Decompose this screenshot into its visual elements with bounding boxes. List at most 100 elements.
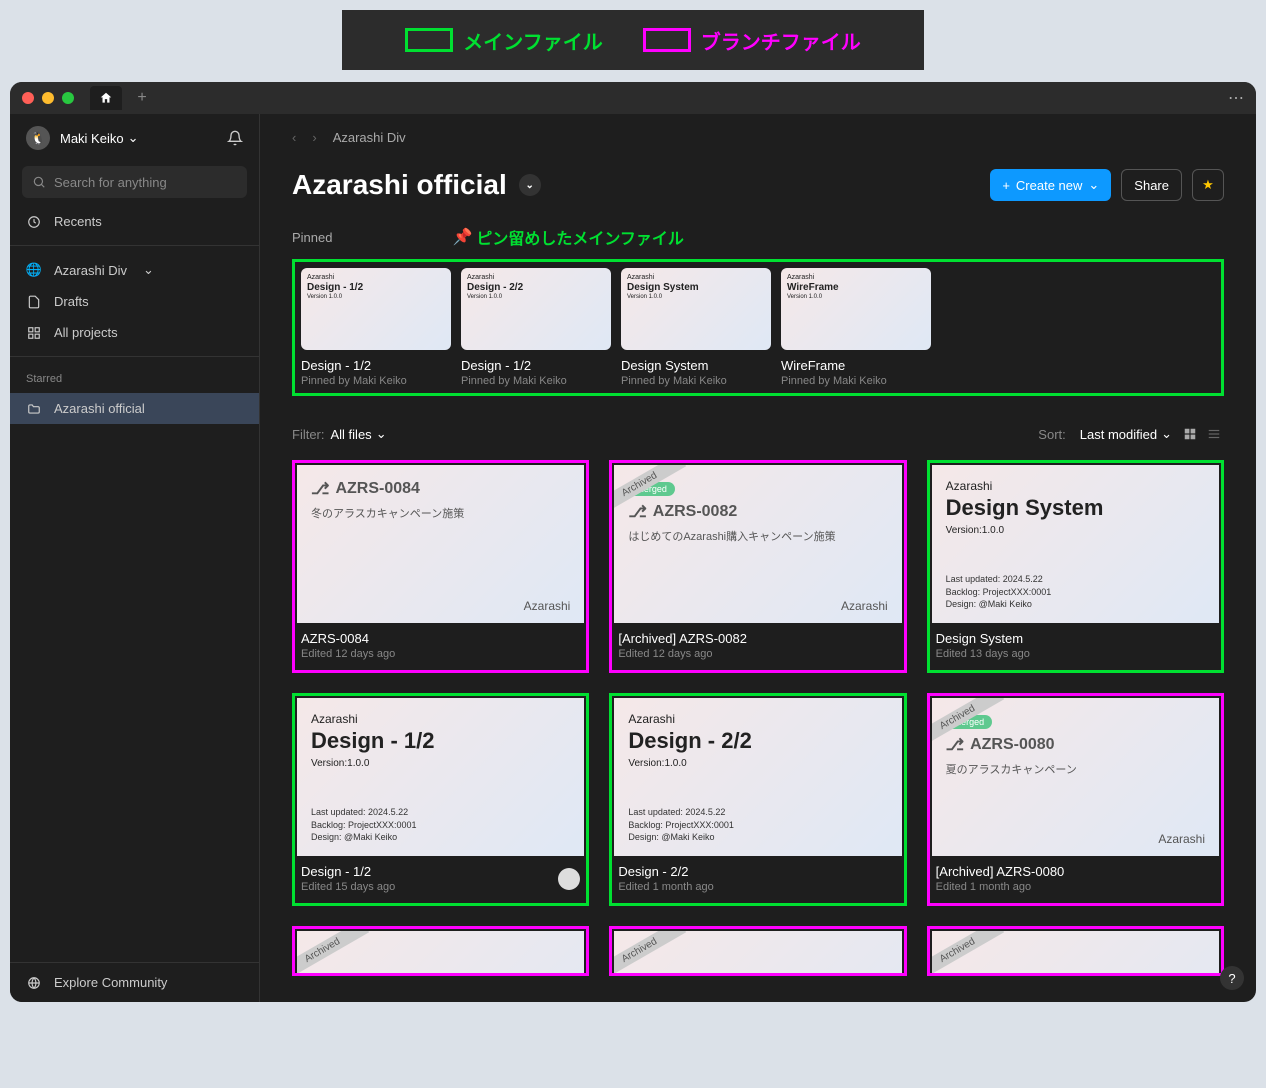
titlebar: + ⋯: [10, 82, 1256, 114]
minimize-window[interactable]: [42, 92, 54, 104]
pinned-thumbnail: Azarashi Design - 2/2 Version 1.0.0: [461, 268, 611, 350]
app-window: + ⋯ 🐧 Maki Keiko ⌄ Search for anything R…: [10, 82, 1256, 1002]
nav-back[interactable]: ‹: [292, 130, 296, 145]
file-card[interactable]: Archivedmerged⎇ AZRS-0080夏のアラスカキャンペーンAza…: [927, 693, 1224, 906]
azrs-id: ⎇ AZRS-0082: [628, 502, 887, 522]
pinned-card-title: Design - 1/2: [461, 358, 611, 373]
grid-view-button[interactable]: [1180, 424, 1200, 444]
pinned-card[interactable]: Azarashi Design System Version 1.0.0 Des…: [621, 268, 771, 387]
pinned-label: Pinned: [292, 230, 332, 245]
globe-icon: [26, 976, 42, 990]
pinned-card-subtitle: Pinned by Maki Keiko: [301, 375, 451, 387]
file-card[interactable]: Archivedmerged⎇ AZRS-0082はじめてのAzarashi購入…: [609, 460, 906, 673]
thumb-version: Version:1.0.0: [946, 525, 1205, 536]
thumb-subtitle: 冬のアラスカキャンペーン施策: [311, 505, 570, 521]
user-name: Maki Keiko ⌄: [60, 130, 217, 146]
file-card[interactable]: Archived: [609, 926, 906, 976]
thumb-brand: Azarashi: [841, 599, 888, 613]
search-input[interactable]: Search for anything: [22, 166, 247, 198]
azrs-id: ⎇ AZRS-0084: [311, 479, 570, 499]
archived-ribbon: Archived: [932, 931, 1004, 976]
pinned-annotation: 📌 ピン留めしたメインファイル: [452, 225, 683, 249]
file-thumbnail: Archived: [297, 931, 584, 976]
nav-recents[interactable]: Recents: [10, 206, 259, 237]
file-card[interactable]: Azarashi Design - 1/2 Version:1.0.0 Last…: [292, 693, 589, 906]
file-card[interactable]: ⎇ AZRS-0084冬のアラスカキャンペーン施策Azarashi AZRS-0…: [292, 460, 589, 673]
thumb-subtitle: はじめてのAzarashi購入キャンペーン施策: [628, 528, 887, 544]
file-card[interactable]: Archived: [927, 926, 1224, 976]
search-placeholder: Search for anything: [54, 175, 167, 190]
filter-label: Filter:: [292, 427, 325, 442]
pinned-card-subtitle: Pinned by Maki Keiko: [781, 375, 931, 387]
team-avatar-icon: 🌐: [26, 262, 42, 278]
plus-icon: +: [1002, 178, 1010, 193]
file-card[interactable]: Archived: [292, 926, 589, 976]
nav-forward[interactable]: ›: [312, 130, 316, 145]
legend-box-branch: [643, 28, 691, 52]
sort-label: Sort:: [1038, 427, 1065, 442]
branch-icon: ⎇: [628, 502, 646, 522]
file-edited: Edited 12 days ago: [618, 648, 897, 660]
legend-box-main: [405, 28, 453, 52]
thumb-meta: Last updated: 2024.5.22Backlog: ProjectX…: [311, 806, 417, 844]
project-menu[interactable]: ⌄: [519, 174, 541, 196]
pinned-card[interactable]: Azarashi WireFrame Version 1.0.0 WireFra…: [781, 268, 931, 387]
pinned-card-subtitle: Pinned by Maki Keiko: [461, 375, 611, 387]
file-title: AZRS-0084: [301, 631, 580, 646]
pinned-header: Pinned 📌 ピン留めしたメインファイル: [292, 225, 1224, 249]
share-button[interactable]: Share: [1121, 169, 1182, 201]
nav-recents-label: Recents: [54, 214, 102, 229]
chevron-down-icon: ⌄: [376, 426, 387, 442]
window-more[interactable]: ⋯: [1228, 88, 1244, 108]
explore-community[interactable]: Explore Community: [10, 962, 259, 1002]
starred-item-azarashi-official[interactable]: Azarashi official: [10, 393, 259, 424]
thumb-brand: Azarashi: [311, 712, 570, 726]
thumb-title: Design System: [946, 495, 1205, 521]
thumb-title: Design - 1/2: [311, 728, 570, 754]
create-new-label: Create new: [1016, 178, 1082, 193]
file-thumbnail: ⎇ AZRS-0084冬のアラスカキャンペーン施策Azarashi: [297, 465, 584, 623]
file-title: [Archived] AZRS-0082: [618, 631, 897, 646]
file-title: Design - 1/2: [301, 864, 558, 879]
file-thumbnail: Archived: [932, 931, 1219, 976]
maximize-window[interactable]: [62, 92, 74, 104]
create-new-button[interactable]: + Create new ⌄: [990, 169, 1111, 201]
pinned-card[interactable]: Azarashi Design - 2/2 Version 1.0.0 Desi…: [461, 268, 611, 387]
page-header: Azarashi official ⌄ + Create new ⌄ Share…: [292, 169, 1224, 201]
help-button[interactable]: ?: [1220, 966, 1244, 990]
sort-dropdown[interactable]: Last modified ⌄: [1080, 426, 1172, 442]
search-icon: [32, 175, 46, 189]
breadcrumb[interactable]: Azarashi Div: [333, 130, 406, 145]
branch-icon: ⎇: [311, 479, 329, 499]
pinned-thumbnail: Azarashi Design - 1/2 Version 1.0.0: [301, 268, 451, 350]
thumb-subtitle: 夏のアラスカキャンペーン: [946, 761, 1205, 777]
file-icon: [26, 295, 42, 309]
nav-drafts[interactable]: Drafts: [10, 286, 259, 317]
filter-dropdown[interactable]: All files ⌄: [331, 426, 387, 442]
list-view-button[interactable]: [1204, 424, 1224, 444]
user-header[interactable]: 🐧 Maki Keiko ⌄: [10, 114, 259, 162]
notifications-icon[interactable]: [227, 130, 243, 146]
chevron-down-icon: ⌄: [128, 130, 139, 146]
thumb-brand: Azarashi: [1158, 832, 1205, 846]
team-switcher[interactable]: 🌐 Azarashi Div ⌄: [10, 254, 259, 286]
chevron-down-icon: ⌄: [143, 262, 154, 278]
home-tab[interactable]: [90, 86, 122, 110]
file-thumbnail: Azarashi Design - 2/2 Version:1.0.0 Last…: [614, 698, 901, 856]
pinned-card[interactable]: Azarashi Design - 1/2 Version 1.0.0 Desi…: [301, 268, 451, 387]
nav-all-projects[interactable]: All projects: [10, 317, 259, 348]
file-title: Design System: [936, 631, 1215, 646]
files-grid: ⎇ AZRS-0084 冬のアラスカキャンペーン施策 Azarashi AZRS-0…: [292, 460, 1224, 976]
folder-icon: [26, 402, 42, 416]
traffic-lights: [22, 92, 74, 104]
new-tab[interactable]: +: [126, 86, 158, 110]
star-button[interactable]: ★: [1192, 169, 1224, 201]
nav-all-projects-label: All projects: [54, 325, 118, 340]
file-card[interactable]: Azarashi Design - 2/2 Version:1.0.0 Last…: [609, 693, 906, 906]
file-card[interactable]: Azarashi Design System Version:1.0.0 Las…: [927, 460, 1224, 673]
main-content: ‹ › Azarashi Div Azarashi official ⌄ + C…: [260, 114, 1256, 1002]
close-window[interactable]: [22, 92, 34, 104]
legend-banner: メインファイル ブランチファイル: [342, 10, 924, 70]
pinned-grid: Azarashi Design - 1/2 Version 1.0.0 Desi…: [292, 259, 1224, 396]
thumb-meta: Last updated: 2024.5.22Backlog: ProjectX…: [628, 806, 734, 844]
